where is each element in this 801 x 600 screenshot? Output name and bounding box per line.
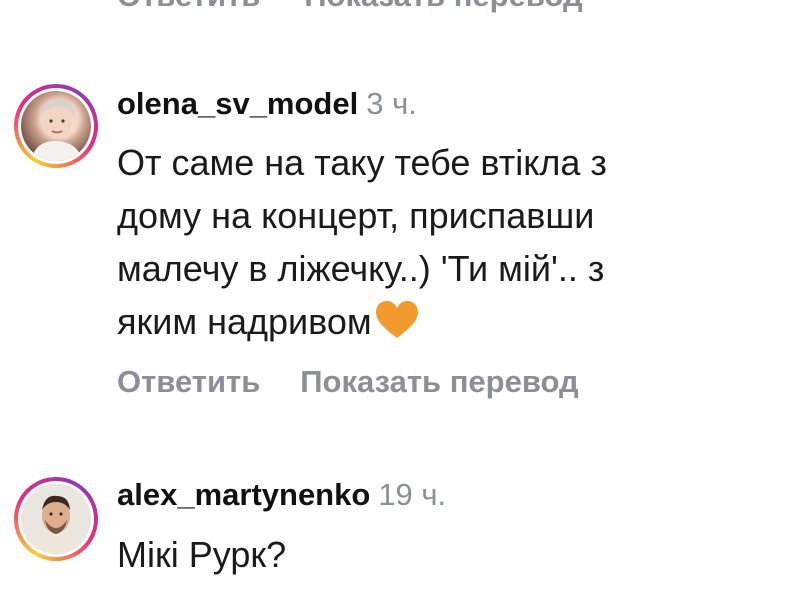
comment-line: малечу в ліжечку..) 'Ти мій'.. з <box>117 248 605 289</box>
comment-line: Мікі Рурк? <box>117 534 287 575</box>
username[interactable]: olena_sv_model <box>117 86 358 121</box>
show-translation-button[interactable]: Показать перевод <box>304 0 582 13</box>
comment-line: яким надривом <box>117 301 372 342</box>
comment-text: От саме на таку тебе втікла з дому на ко… <box>117 136 757 354</box>
show-translation-button[interactable]: Показать перевод <box>300 364 578 399</box>
reply-button[interactable]: Ответить <box>117 364 260 399</box>
story-ring[interactable] <box>14 477 98 561</box>
comment-text: Мікі Рурк? <box>117 528 757 581</box>
story-ring[interactable] <box>14 84 98 168</box>
comment-line: От саме на таку тебе втікла з <box>117 142 607 183</box>
timestamp: 3 ч. <box>366 86 417 121</box>
timestamp: 19 ч. <box>378 477 447 512</box>
comment-line: дому на концерт, приспавши <box>117 195 595 236</box>
orange-heart-icon <box>374 300 420 354</box>
username[interactable]: alex_martynenko <box>117 477 370 512</box>
reply-button[interactable]: Ответить <box>117 0 260 13</box>
previous-comment-actions: Ответить Показать перевод <box>117 0 627 14</box>
avatar <box>21 91 91 161</box>
avatar <box>21 484 91 554</box>
